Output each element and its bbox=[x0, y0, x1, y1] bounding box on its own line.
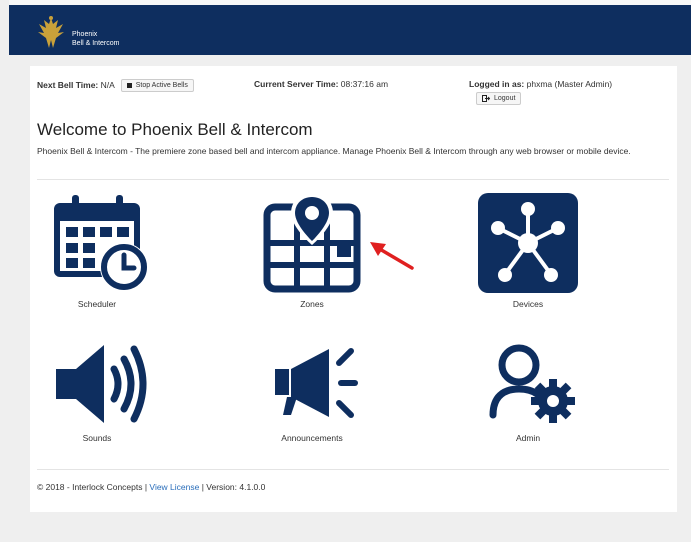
server-time: Current Server Time: 08:37:16 am bbox=[254, 79, 388, 89]
map-pin-icon bbox=[263, 193, 361, 293]
tile-label: Zones bbox=[300, 299, 324, 309]
tile-label: Sounds bbox=[82, 433, 112, 443]
divider bbox=[37, 469, 669, 470]
brand-line-1: Phoenix bbox=[72, 31, 98, 38]
copyright-text: © 2018 - Interlock Concepts bbox=[37, 482, 143, 492]
stop-icon bbox=[126, 83, 132, 88]
tile-devices[interactable]: Devices bbox=[458, 193, 598, 309]
tile-label: Devices bbox=[512, 299, 544, 309]
logout-label: Logout bbox=[494, 95, 516, 102]
annotation-arrow-icon bbox=[370, 242, 414, 270]
brand-line-2: Bell & Intercom bbox=[72, 40, 120, 47]
tile-sounds[interactable]: Sounds bbox=[27, 341, 167, 443]
tile-label: Scheduler bbox=[77, 299, 117, 309]
app-header: Phoenix Bell & Intercom bbox=[9, 0, 691, 55]
tile-label: Admin bbox=[515, 433, 541, 443]
logged-in-label: Logged in as: bbox=[469, 79, 525, 89]
speaker-icon bbox=[56, 345, 147, 423]
tile-announcements[interactable]: Announcements bbox=[242, 341, 382, 443]
tile-admin[interactable]: Admin bbox=[458, 341, 598, 443]
server-time-value: 08:37:16 am bbox=[340, 79, 389, 89]
calendar-clock-icon bbox=[54, 195, 148, 291]
main-panel: Next Bell Time: N/A Stop Active Bells Cu… bbox=[30, 66, 677, 512]
version-text: Version: 4.1.0.0 bbox=[206, 482, 266, 492]
logout-icon bbox=[482, 95, 490, 102]
stop-button-label: Stop Active Bells bbox=[135, 82, 188, 89]
divider bbox=[37, 179, 669, 180]
user-gear-icon bbox=[489, 344, 575, 423]
page-footer: © 2018 - Interlock Concepts | View Licen… bbox=[37, 482, 265, 492]
logged-in-value: phxma (Master Admin) bbox=[526, 79, 613, 89]
network-hub-icon bbox=[478, 193, 578, 293]
tile-zones[interactable]: Zones bbox=[242, 193, 382, 309]
logged-in-user: Logged in as: phxma (Master Admin) bbox=[469, 79, 612, 89]
next-bell-time: Next Bell Time: N/A Stop Active Bells bbox=[37, 79, 194, 92]
tile-label: Announcements bbox=[281, 433, 343, 443]
brand-name: Phoenix Bell & Intercom bbox=[72, 30, 119, 48]
server-time-label: Current Server Time: bbox=[254, 79, 339, 89]
stop-active-bells-button[interactable]: Stop Active Bells bbox=[120, 79, 194, 92]
phoenix-logo-icon bbox=[38, 16, 64, 48]
megaphone-icon bbox=[275, 348, 358, 418]
page-description: Phoenix Bell & Intercom - The premiere z… bbox=[37, 146, 631, 156]
tile-scheduler[interactable]: Scheduler bbox=[27, 193, 167, 309]
view-license-link[interactable]: View License bbox=[149, 482, 199, 492]
next-bell-value: N/A bbox=[100, 79, 115, 90]
next-bell-label: Next Bell Time: bbox=[37, 79, 99, 90]
page-title: Welcome to Phoenix Bell & Intercom bbox=[37, 120, 313, 139]
logout-button[interactable]: Logout bbox=[476, 92, 522, 105]
